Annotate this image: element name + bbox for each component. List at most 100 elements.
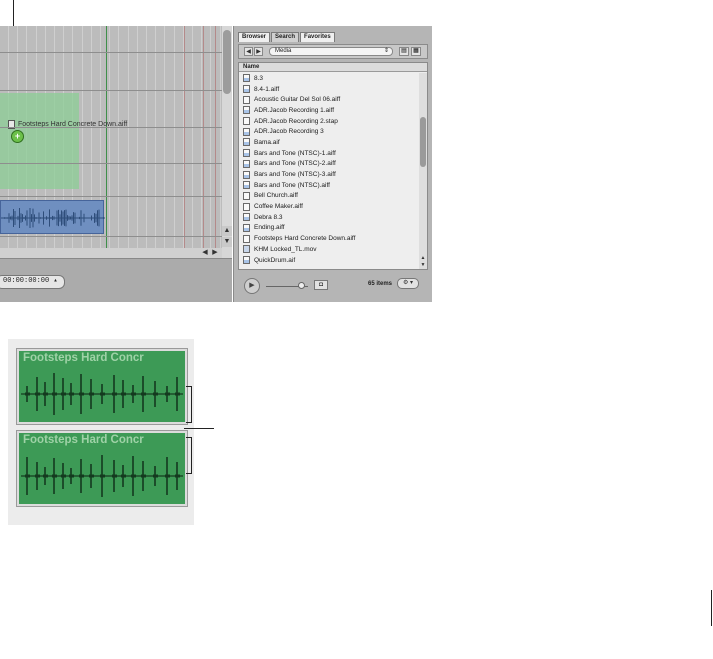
list-item[interactable]: Ending.aiff [239, 223, 417, 234]
list-item[interactable]: ADR.Jacob Recording 3 [239, 126, 417, 137]
audio-file-icon [243, 256, 250, 265]
list-item[interactable]: Bars and Tone (NTSC)-1.aiff [239, 148, 417, 159]
track-divider [0, 90, 222, 91]
file-name: Bars and Tone (NTSC).aiff [254, 181, 330, 189]
list-item[interactable]: Bell Church.aiff [239, 191, 417, 202]
grid-line [210, 26, 211, 258]
list-item[interactable]: Bars and Tone (NTSC).aiff [239, 180, 417, 191]
grid-line [220, 26, 221, 258]
track-divider [0, 236, 222, 237]
audio-file-icon [243, 117, 250, 126]
file-name: ADR.Jacob Recording 2.stap [254, 117, 338, 125]
audio-file-icon [243, 202, 250, 211]
list-item[interactable]: Coffee Maker.aiff [239, 201, 417, 212]
timecode-value: 00:00:00:00 [3, 277, 50, 285]
timeline-vertical-scrollbar[interactable]: ▲ ▼ [222, 26, 232, 258]
item-count: 65 items [368, 281, 393, 287]
file-name: KHM Locked_TL.mov [254, 245, 317, 253]
grid-line [155, 26, 156, 258]
file-name: Bars and Tone (NTSC)-2.aiff [254, 160, 336, 168]
audio-file-icon [243, 213, 250, 222]
grid-line [192, 26, 193, 258]
timecode-field[interactable]: 00:00:00:00 ▴ [0, 275, 65, 289]
list-item[interactable]: KHM Locked_TL.mov [239, 244, 417, 255]
list-item[interactable]: QuickDrum.aif [239, 255, 417, 266]
volume-slider-knob[interactable] [298, 282, 305, 289]
audio-file-icon [243, 149, 250, 158]
tab-favorites[interactable]: Favorites [300, 32, 335, 42]
scroll-left-icon[interactable]: ◀ [200, 248, 210, 258]
action-menu-button[interactable]: ⚙ ▾ [397, 278, 419, 289]
track-divider [0, 163, 222, 164]
file-name: ADR.Jacob Recording 3 [254, 128, 324, 136]
grid-line [109, 26, 110, 258]
scroll-right-icon[interactable]: ▶ [210, 248, 220, 258]
list-item[interactable]: Bars and Tone (NTSC)-3.aiff [239, 169, 417, 180]
list-item[interactable]: Bars and Tone (NTSC)-2.aiff [239, 159, 417, 170]
bracket-lower [186, 437, 192, 474]
list-item[interactable]: Acoustic Guitar Del Sol 06.aiff [239, 94, 417, 105]
file-name: Acoustic Guitar Del Sol 06.aiff [254, 96, 341, 104]
list-item[interactable]: ADR.Jacob Recording 2.stap [239, 116, 417, 127]
file-name: Bell Church.aiff [254, 192, 298, 200]
file-list: Name 8.3 8.4-1.aiff Acoustic Guitar Del So… [238, 62, 428, 270]
list-item[interactable]: Footsteps Hard Concrete Down.aiff [239, 233, 417, 244]
clip-title: Footsteps Hard Concr [23, 434, 144, 446]
marker-line [203, 26, 204, 258]
scroll-down-icon[interactable]: ▼ [419, 262, 427, 269]
movie-file-icon [243, 245, 250, 254]
list-item[interactable]: 8.3 [239, 73, 417, 84]
icon-view-icon[interactable]: ▦ [411, 47, 421, 56]
clip-waveform [21, 455, 183, 497]
playhead[interactable] [106, 26, 107, 258]
speaker-icon[interactable]: ◘ [314, 280, 328, 290]
column-header-name[interactable]: Name [239, 63, 427, 72]
back-icon[interactable]: ◀ [244, 47, 253, 56]
audio-clip-upper: Footsteps Hard Concr [17, 349, 187, 424]
scroll-down-icon[interactable]: ▼ [222, 237, 232, 247]
grid-line [137, 26, 138, 258]
track-divider [0, 52, 222, 53]
scroll-up-icon[interactable]: ▲ [222, 226, 232, 236]
tab-search[interactable]: Search [271, 32, 300, 42]
scroll-thumb[interactable] [223, 30, 231, 94]
media-browser-panel: Browser Search Favorites ◀ ▶ Media ⇕ ▤ ▦… [233, 26, 432, 302]
file-list-scrollbar[interactable]: ▲ ▼ [419, 73, 427, 269]
marker-line [184, 26, 185, 258]
play-icon[interactable]: ▶ [244, 278, 260, 294]
tab-browser[interactable]: Browser [238, 32, 271, 42]
timeline-horizontal-scrollbar[interactable]: ◀ ▶ [0, 248, 222, 258]
audio-file-icon [243, 74, 250, 83]
list-item[interactable]: ADR.Jacob Recording 1.aiff [239, 105, 417, 116]
audio-file-icon [243, 170, 250, 179]
audio-clip-waveform [1, 208, 105, 228]
audio-file-icon [243, 191, 250, 200]
list-item[interactable]: 8.4-1.aiff [239, 84, 417, 95]
file-name: QuickDrum.aif [254, 256, 296, 264]
list-view-icon[interactable]: ▤ [399, 47, 409, 56]
audio-file-icon [243, 234, 250, 243]
timeline-tracks[interactable]: Footsteps Hard Concrete Down.aiff + [0, 26, 222, 258]
timeline-bottom-bar: 00:00:00:00 ▴ [0, 258, 232, 302]
file-name: Ending.aiff [254, 224, 285, 232]
browser-footer: ▶ ◘ 65 items ⚙ ▾ [234, 274, 431, 302]
marker-line [215, 26, 216, 258]
browser-toolbar: ◀ ▶ Media ⇕ ▤ ▦ [238, 44, 428, 59]
audio-file-icon [243, 127, 250, 136]
track-divider [0, 196, 222, 197]
grid-line [146, 26, 147, 258]
grid-line [174, 26, 175, 258]
file-name: Footsteps Hard Concrete Down.aiff [254, 235, 356, 243]
grid-line [201, 26, 202, 258]
file-name: ADR.Jacob Recording 1.aiff [254, 106, 335, 114]
location-popup[interactable]: Media ⇕ [269, 47, 393, 56]
clip-closeup: Footsteps Hard Concr Footsteps Hard Conc… [8, 339, 194, 525]
page-margin-rule [711, 590, 712, 626]
audio-clip[interactable] [0, 200, 105, 234]
scroll-thumb[interactable] [420, 117, 426, 167]
forward-icon[interactable]: ▶ [254, 47, 263, 56]
scroll-up-icon[interactable]: ▲ [419, 255, 427, 262]
list-item[interactable]: Debra 8.3 [239, 212, 417, 223]
add-icon: + [11, 130, 24, 143]
list-item[interactable]: Bama.aif [239, 137, 417, 148]
